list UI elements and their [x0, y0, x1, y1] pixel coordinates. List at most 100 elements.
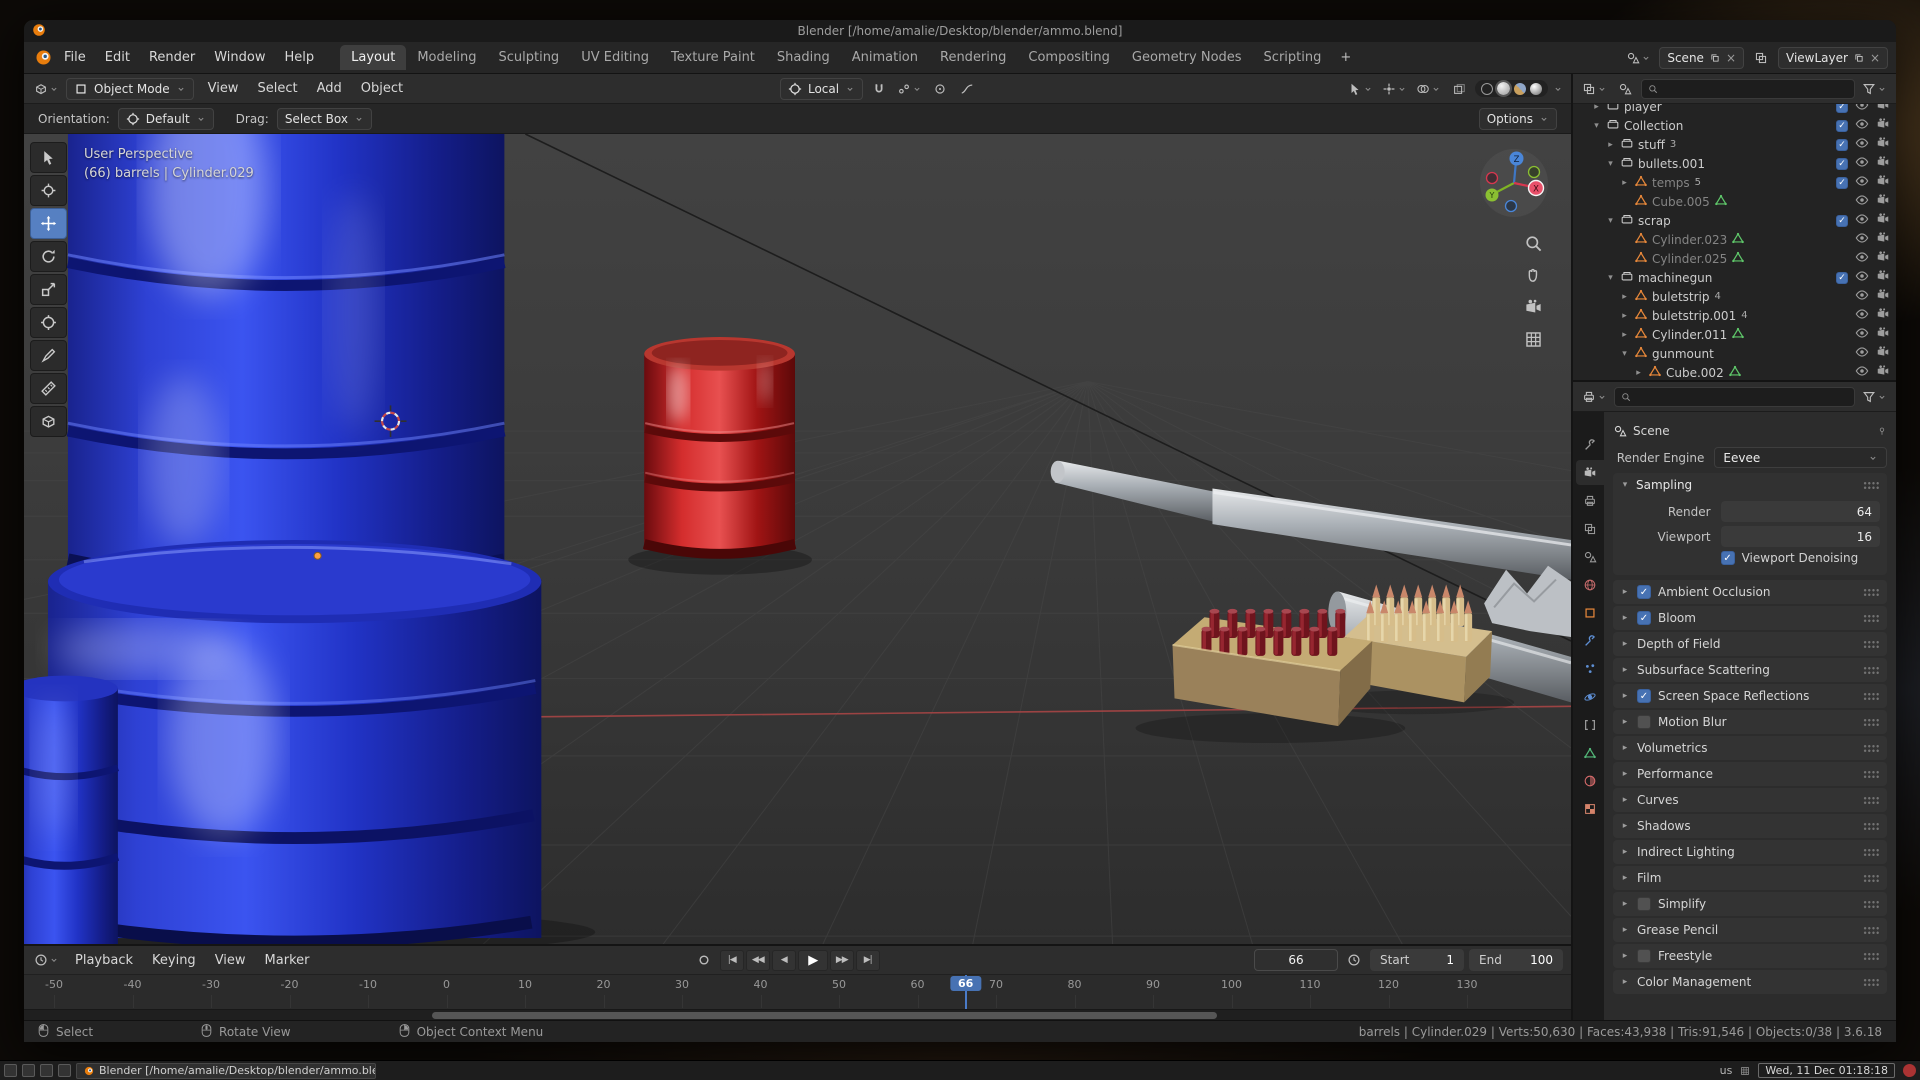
collection-checkbox[interactable]: ✓ [1836, 272, 1848, 284]
orthographic-grid-icon[interactable] [1524, 330, 1543, 349]
workspace-tab-compositing[interactable]: Compositing [1017, 45, 1121, 70]
power-button[interactable] [1903, 1064, 1916, 1077]
show-gizmo-button[interactable] [1380, 78, 1409, 100]
shading-wireframe-button[interactable] [1481, 83, 1493, 95]
workspace-tab-uv-editing[interactable]: UV Editing [570, 45, 660, 70]
disable-in-renders-icon[interactable] [1876, 174, 1890, 191]
panel-checkbox[interactable]: ✓ [1637, 585, 1651, 599]
sampling-viewport-field[interactable]: 16 [1721, 526, 1880, 547]
window-titlebar[interactable]: Blender [/home/amalie/Desktop/blender/am… [24, 20, 1896, 42]
sampling-render-field[interactable]: 64 [1721, 501, 1880, 522]
jump-to-prev-keyframe-button[interactable]: ◀◀ [746, 950, 770, 971]
use-preview-range-button[interactable] [1343, 949, 1365, 971]
outliner-row[interactable]: ▸buletstrip4 [1573, 287, 1896, 306]
outliner-search-input[interactable] [1641, 79, 1855, 99]
menu-window[interactable]: Window [205, 47, 274, 68]
viewport-menu-select[interactable]: Select [248, 78, 306, 99]
taskbar-window-button[interactable]: Blender [/home/amalie/Desktop/blender/am… [76, 1063, 376, 1079]
collection-checkbox[interactable]: ✓ [1836, 215, 1848, 227]
auto-keying-record-button[interactable] [693, 949, 715, 971]
drag-select[interactable]: Select Box [277, 108, 372, 130]
hide-in-viewport-icon[interactable] [1855, 288, 1869, 305]
hide-in-viewport-icon[interactable] [1855, 212, 1869, 229]
disable-in-renders-icon[interactable] [1876, 193, 1890, 210]
properties-tab-tool[interactable] [1576, 432, 1604, 457]
taskbar-app-icon[interactable] [58, 1064, 71, 1077]
disclosure-closed-icon[interactable]: ▸ [1619, 178, 1630, 188]
collection-checkbox[interactable]: ✓ [1836, 104, 1848, 113]
timeline-scrollbar[interactable] [24, 1009, 1571, 1020]
properties-tab-texture[interactable] [1576, 796, 1604, 821]
taskbar-app-icon[interactable] [4, 1064, 17, 1077]
navigation-gizmo[interactable]: Z X Y [1477, 146, 1551, 220]
properties-tab-world[interactable] [1576, 572, 1604, 597]
orientation-select[interactable]: Default [118, 108, 214, 130]
disable-in-renders-icon[interactable] [1876, 326, 1890, 343]
timeline-playhead[interactable]: 66 [965, 975, 967, 1009]
pin-icon[interactable] [1877, 426, 1887, 436]
previous-frame-button[interactable]: ◀ [772, 950, 796, 971]
menu-edit[interactable]: Edit [96, 47, 139, 68]
panel-freestyle[interactable]: ▸Freestyle [1613, 944, 1887, 968]
disclosure-open-icon[interactable]: ▾ [1605, 273, 1616, 283]
outliner-row[interactable]: ▸buletstrip.0014 [1573, 306, 1896, 325]
show-overlays-button[interactable] [1414, 78, 1443, 100]
properties-tab-object[interactable] [1576, 600, 1604, 625]
panel-curves[interactable]: ▸Curves [1613, 788, 1887, 812]
zoom-icon[interactable] [1524, 234, 1543, 253]
properties-tab-view-layer[interactable] [1576, 516, 1604, 541]
hide-in-viewport-icon[interactable] [1855, 136, 1869, 153]
unlink-scene-icon[interactable]: × [1726, 51, 1736, 65]
frame-end-field[interactable]: End100 [1469, 949, 1563, 971]
hide-in-viewport-icon[interactable] [1855, 231, 1869, 248]
jump-to-end-button[interactable]: ▶| [856, 950, 880, 971]
play-button[interactable]: ▶ [798, 950, 828, 971]
shading-material-button[interactable] [1514, 83, 1526, 95]
workspace-tab-geometry-nodes[interactable]: Geometry Nodes [1121, 45, 1253, 70]
disable-in-renders-icon[interactable] [1876, 307, 1890, 324]
workspace-tab-layout[interactable]: Layout [340, 45, 406, 70]
collection-checkbox[interactable]: ✓ [1836, 139, 1848, 151]
hide-in-viewport-icon[interactable] [1855, 155, 1869, 172]
taskbar-app-icon[interactable] [22, 1064, 35, 1077]
panel-checkbox[interactable] [1637, 715, 1651, 729]
properties-search-input[interactable] [1614, 387, 1855, 407]
sampling-panel-header[interactable]: ▾ Sampling [1613, 473, 1887, 497]
properties-tab-particles[interactable] [1576, 656, 1604, 681]
outliner-row[interactable]: ▾scrap✓ [1573, 211, 1896, 230]
viewport-menu-object[interactable]: Object [352, 78, 412, 99]
hide-in-viewport-icon[interactable] [1855, 193, 1869, 210]
proportional-falloff-button[interactable] [956, 78, 978, 100]
gizmo-minus-y-axis[interactable] [1529, 167, 1540, 178]
disclosure-open-icon[interactable]: ▾ [1591, 121, 1602, 131]
disclosure-closed-icon[interactable]: ▸ [1619, 330, 1630, 340]
timeline-menu-keying[interactable]: Keying [143, 950, 205, 971]
snap-toggle-button[interactable] [868, 78, 890, 100]
shading-rendered-button[interactable] [1530, 83, 1542, 95]
toggle-xray-button[interactable] [1448, 78, 1470, 100]
menu-help[interactable]: Help [276, 47, 324, 68]
outliner-row[interactable]: ▸stuff3✓ [1573, 135, 1896, 154]
disable-in-renders-icon[interactable] [1876, 136, 1890, 153]
view-layer-name-field[interactable]: ViewLayer× [1778, 47, 1888, 69]
tool-move[interactable] [30, 208, 67, 239]
disclosure-closed-icon[interactable]: ▸ [1633, 368, 1644, 378]
timeline-menu-playback[interactable]: Playback [66, 950, 142, 971]
workspace-tab-shading[interactable]: Shading [766, 45, 841, 70]
outliner-row[interactable]: ▾Collection✓ [1573, 116, 1896, 135]
disable-in-renders-icon[interactable] [1876, 288, 1890, 305]
viewport-menu-view[interactable]: View [199, 78, 248, 99]
red-barrel[interactable] [628, 337, 812, 575]
disclosure-closed-icon[interactable]: ▸ [1591, 104, 1602, 112]
properties-tab-material[interactable] [1576, 768, 1604, 793]
outliner-row[interactable]: ▾machinegun✓ [1573, 268, 1896, 287]
outliner-row[interactable]: Cylinder.025 [1573, 249, 1896, 268]
scene-name-field[interactable]: Scene× [1659, 47, 1744, 69]
collection-checkbox[interactable]: ✓ [1836, 177, 1848, 189]
workspace-tab-rendering[interactable]: Rendering [929, 45, 1017, 70]
disable-in-renders-icon[interactable] [1876, 269, 1890, 286]
disable-in-renders-icon[interactable] [1876, 250, 1890, 267]
copy-icon[interactable] [1854, 53, 1864, 63]
transform-orientation-select[interactable]: Local [780, 78, 863, 100]
panel-checkbox[interactable]: ✓ [1637, 611, 1651, 625]
